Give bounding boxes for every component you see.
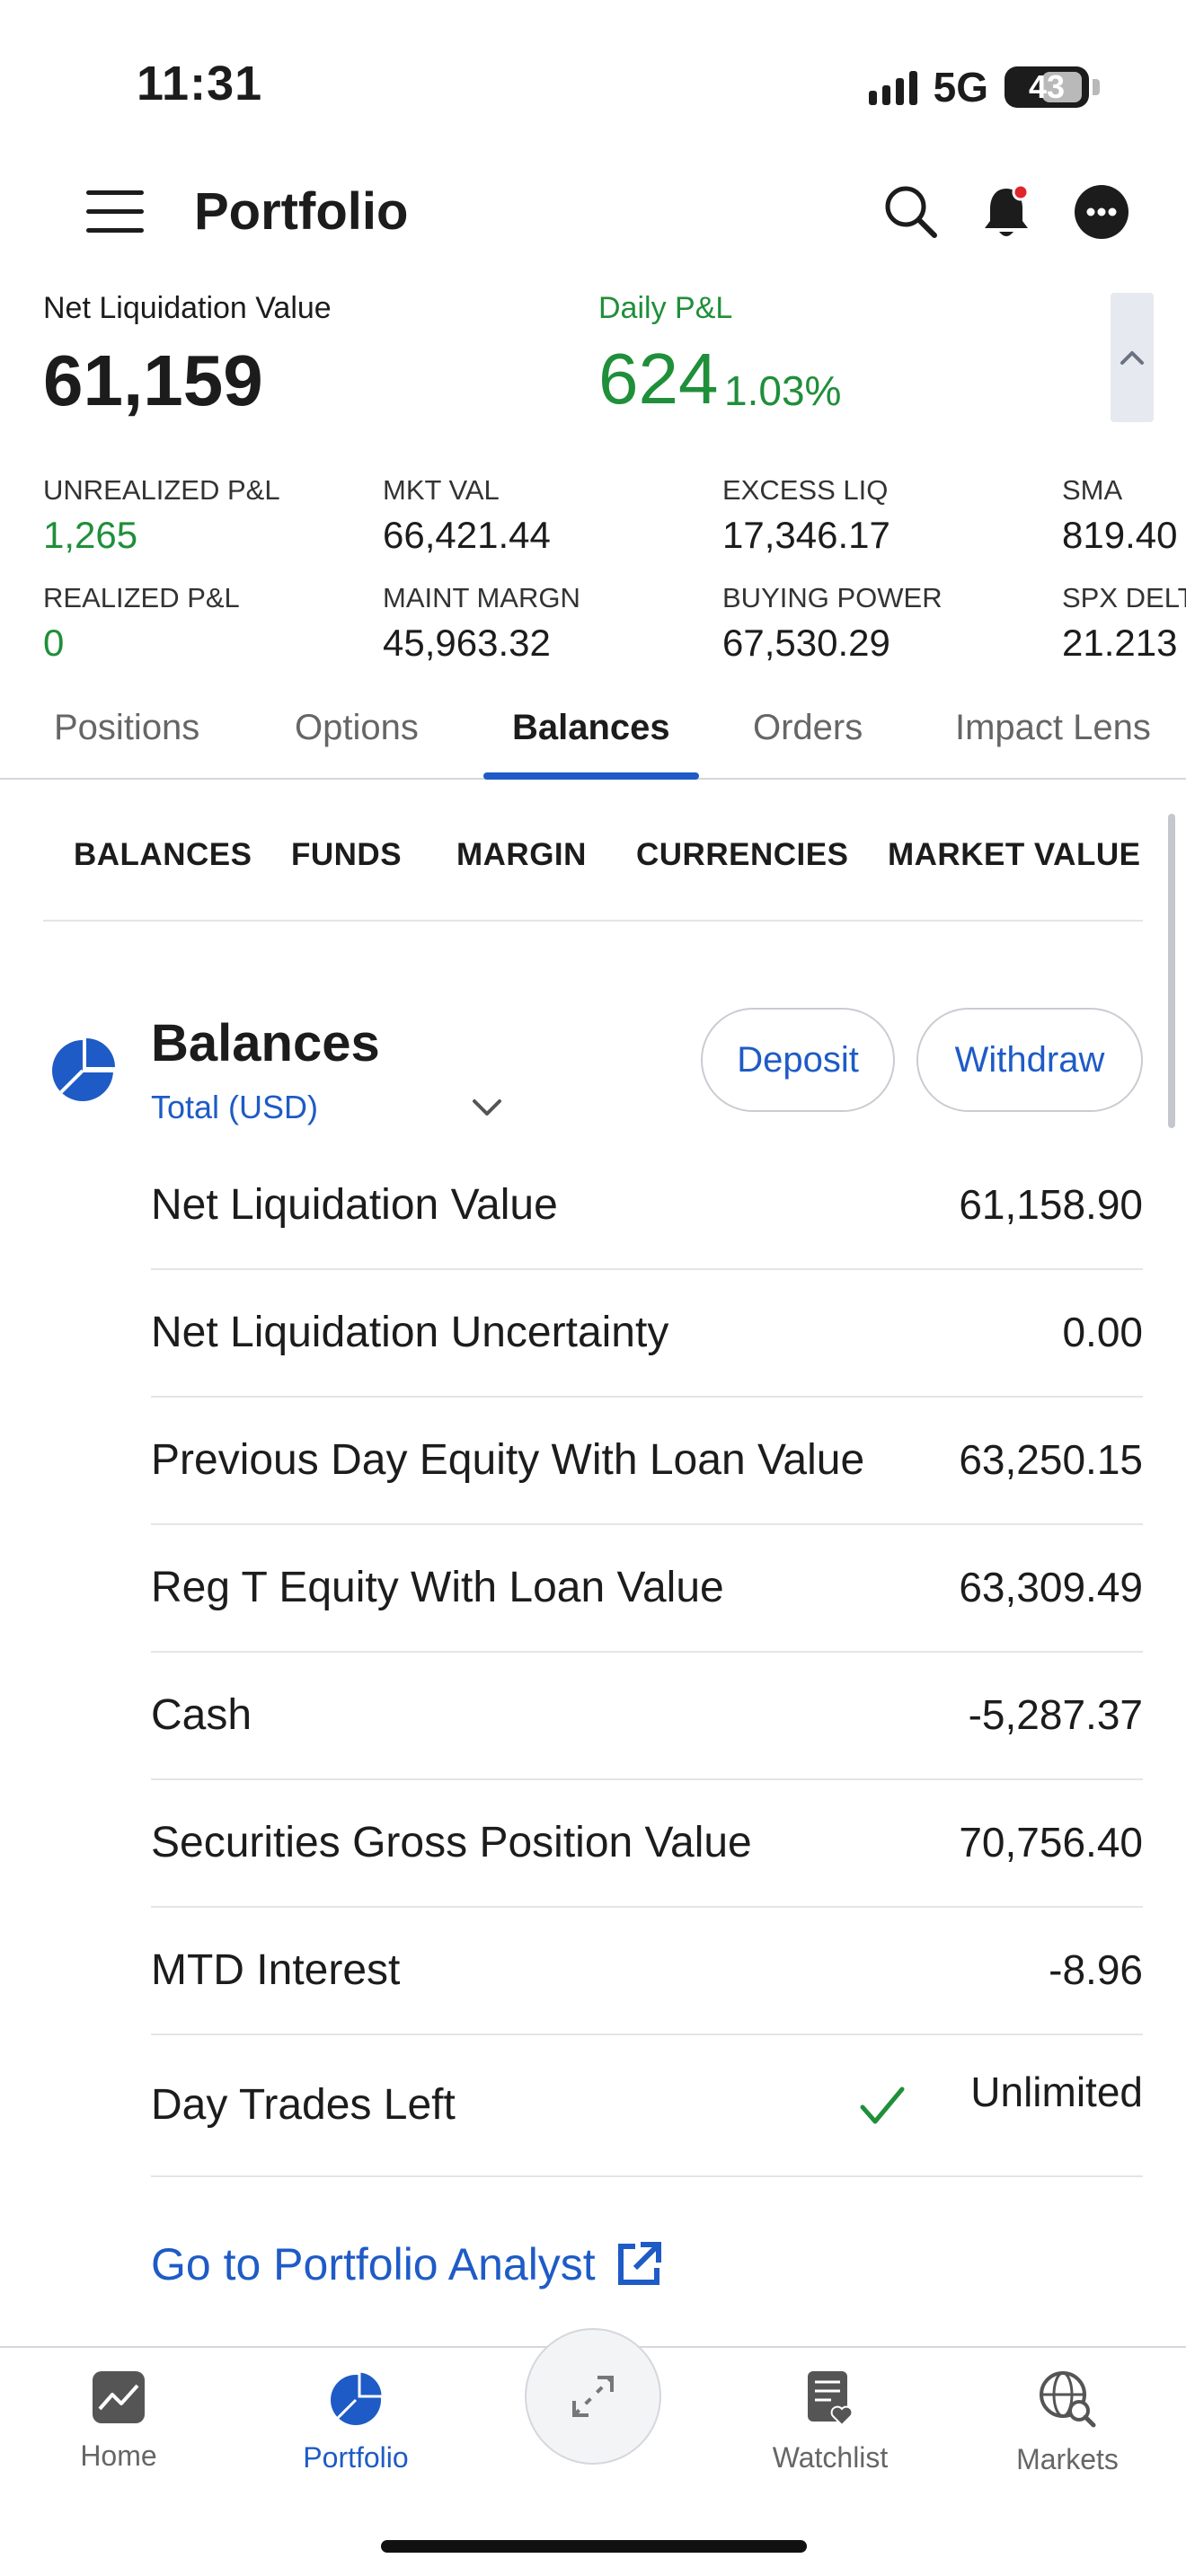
app-header: Portfolio [0,162,1186,287]
subtab-margin[interactable]: MARGIN [456,837,587,873]
row-label: Reg T Equity With Loan Value [151,1564,724,1611]
subtab-balances[interactable]: BALANCES [74,837,252,873]
more-options-icon[interactable] [1071,181,1132,243]
status-icons: 5G 43 [868,63,1100,111]
pie-chart-icon [331,2369,385,2425]
row-label: Day Trades Left [151,2081,456,2129]
checkmark-icon [860,2086,905,2124]
metric-sma: SMA 819.40 [1062,474,1178,556]
nlv-label: Net Liquidation Value [43,291,332,325]
metric-excess-liq: EXCESS LIQ 17,346.17 [722,474,890,556]
tab-orders[interactable]: Orders [753,708,863,748]
status-bar: 11:31 5G 43 [0,0,1186,162]
balance-row: Reg T Equity With Loan Value 63,309.49 [151,1525,1143,1653]
row-value: 63,309.49 [959,1564,1143,1610]
collapse-summary-button[interactable] [1111,293,1154,422]
active-tab-indicator [483,772,699,780]
nav-watchlist[interactable]: Watchlist [740,2369,920,2475]
metric-spx-delta: SPX DELTA 21.213 [1062,582,1186,664]
metric-realized-pl: REALIZED P&L 0 [43,582,240,664]
row-value: -8.96 [1049,1946,1143,1993]
balance-subtabs: BALANCES FUNDS MARGIN CURRENCIES MARKET … [43,780,1143,922]
scrollbar[interactable] [1168,814,1175,1128]
balance-row: Securities Gross Position Value 70,756.4… [151,1780,1143,1908]
chevron-up-icon [1120,351,1144,365]
metric-buying-power: BUYING POWER 67,530.29 [722,582,943,664]
currency-selector[interactable]: Total (USD) [151,1089,318,1126]
metric-mkt-val: MKT VAL 66,421.44 [383,474,551,556]
row-value: -5,287.37 [968,1691,1143,1738]
globe-search-icon [1040,2371,1096,2428]
balance-row: Net Liquidation Uncertainty 0.00 [151,1270,1143,1398]
nav-home-label: Home [80,2439,157,2472]
balance-row: Day Trades Left Unlimited [151,2035,1143,2177]
signal-icon [868,69,917,105]
expand-button[interactable] [525,2328,661,2465]
portfolio-analyst-label: Go to Portfolio Analyst [151,2239,596,2289]
subtab-market-value[interactable]: MARKET VALUE [888,837,1140,873]
nav-markets[interactable]: Markets [978,2369,1157,2476]
metric-unrealized-pl: UNREALIZED P&L 1,265 [43,474,280,556]
daily-pl-percent: 1.03% [724,367,842,414]
subtab-funds[interactable]: FUNDS [291,837,402,873]
portfolio-analyst-link[interactable]: Go to Portfolio Analyst [151,2238,664,2290]
balance-row: Previous Day Equity With Loan Value 63,2… [151,1398,1143,1525]
nav-watchlist-label: Watchlist [772,2441,889,2474]
row-label: Net Liquidation Uncertainty [151,1309,669,1356]
balance-row: MTD Interest -8.96 [151,1908,1143,2035]
nav-portfolio[interactable]: Portfolio [266,2369,446,2475]
row-value: 63,250.15 [959,1436,1143,1483]
tab-positions[interactable]: Positions [54,708,199,748]
daily-pl-value: 624 [598,339,719,419]
row-value: 61,158.90 [959,1181,1143,1228]
page-title: Portfolio [194,182,409,241]
balance-row: Cash -5,287.37 [151,1653,1143,1780]
row-label: Securities Gross Position Value [151,1819,752,1866]
chevron-down-icon[interactable] [469,1094,505,1121]
row-label: Net Liquidation Value [151,1181,558,1229]
withdraw-button[interactable]: Withdraw [916,1008,1143,1112]
row-value: 70,756.40 [959,1819,1143,1866]
account-metrics: UNREALIZED P&L 1,265 MKT VAL 66,421.44 E… [0,474,1186,690]
nav-home[interactable]: Home [29,2369,208,2473]
tab-options[interactable]: Options [295,708,419,748]
tab-balances[interactable]: Balances [512,708,670,748]
battery-icon: 43 [1005,66,1089,108]
menu-icon[interactable] [86,190,144,234]
battery-level: 43 [1028,68,1066,105]
pie-chart-icon [52,1038,115,1101]
row-value: 0.00 [1062,1309,1143,1355]
tab-impact-lens[interactable]: Impact Lens [955,708,1151,748]
search-icon[interactable] [881,181,942,243]
bell-icon[interactable] [976,181,1037,243]
nav-portfolio-label: Portfolio [303,2441,409,2474]
daily-pl-label: Daily P&L [598,291,733,325]
external-link-icon [617,2242,661,2285]
balances-list: Net Liquidation Value 61,158.90 Net Liqu… [151,1142,1143,2177]
nlv-value: 61,159 [43,340,263,420]
network-type: 5G [933,64,988,110]
row-label: Previous Day Equity With Loan Value [151,1436,865,1484]
expand-arrows-icon [572,2376,614,2417]
home-indicator[interactable] [381,2540,807,2553]
status-time: 11:31 [137,57,263,110]
home-chart-icon [93,2371,145,2423]
subtab-currencies[interactable]: CURRENCIES [636,837,848,873]
metric-maint-margin: MAINT MARGN 45,963.32 [383,582,580,664]
portfolio-tabs: Positions Options Balances Orders Impact… [0,690,1186,780]
row-value: Unlimited [970,2069,1143,2115]
deposit-button[interactable]: Deposit [701,1008,895,1112]
balance-row: Net Liquidation Value 61,158.90 [151,1142,1143,1270]
row-label: MTD Interest [151,1946,401,1994]
watchlist-icon [808,2371,854,2427]
balances-title: Balances [151,1014,380,1072]
nav-markets-label: Markets [1016,2443,1119,2475]
row-label: Cash [151,1691,252,1739]
